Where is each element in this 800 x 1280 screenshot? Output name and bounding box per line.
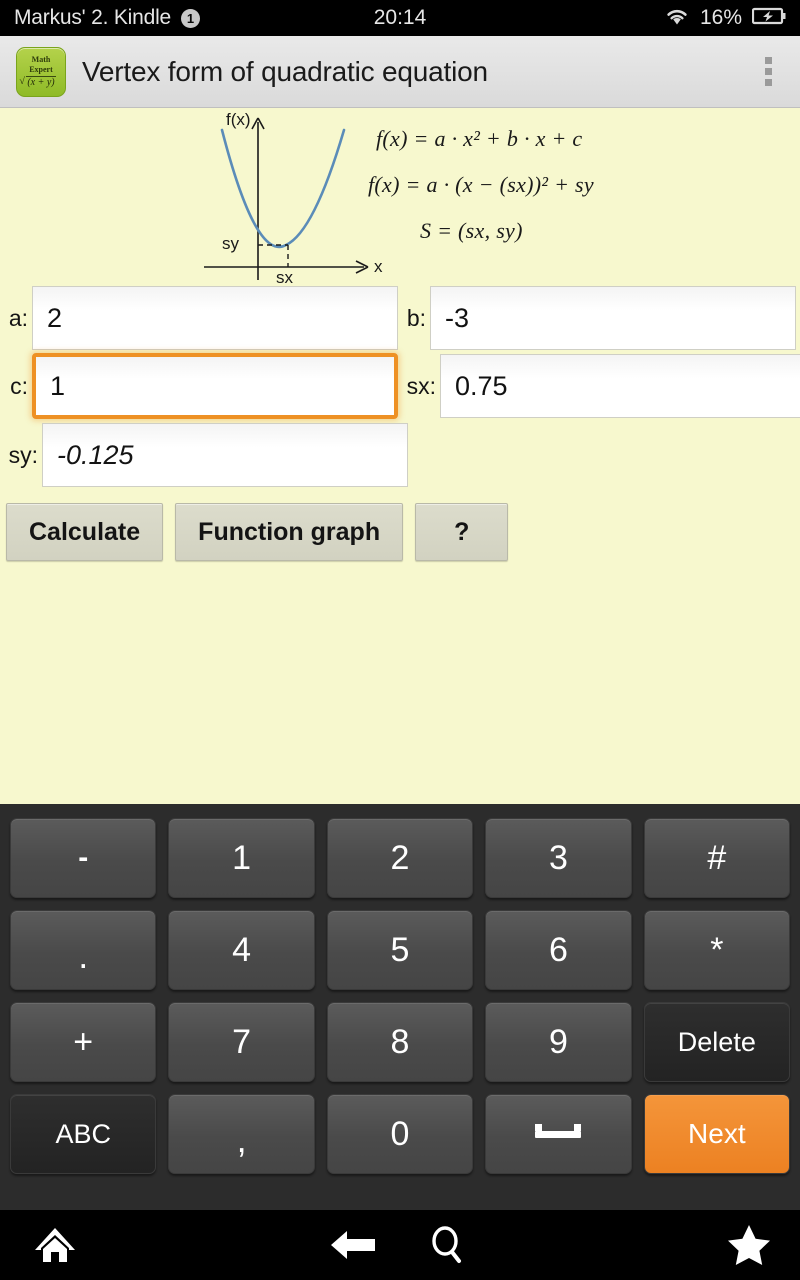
status-bar-right: 16% xyxy=(664,6,786,31)
keyboard-row: +7 8 9 Delete xyxy=(10,1002,791,1082)
key-next[interactable]: Next xyxy=(643,1094,791,1174)
axis-label-fx: f(x) xyxy=(226,110,251,129)
action-buttons: Calculate Function graph ? xyxy=(0,490,800,561)
status-bar: Markus' 2. Kindle 1 20:14 16% xyxy=(0,0,800,36)
back-arrow-icon[interactable] xyxy=(320,1210,386,1280)
keyboard-row: -1 2 3 # xyxy=(10,818,791,898)
field-b: b: -3 xyxy=(398,286,796,350)
field-label-sy: sy: xyxy=(8,441,38,468)
field-sy: sy: -0.125 xyxy=(0,423,408,487)
field-sx: sx: 0.75 xyxy=(398,354,800,418)
notification-badge: 1 xyxy=(181,8,201,28)
equation-list: f(x) = a · x² + b · x + c f(x) = a · (x … xyxy=(368,126,788,244)
field-label-b: b: xyxy=(406,304,426,331)
axis-label-x: x xyxy=(374,257,383,276)
page-title: Vertex form of quadratic equation xyxy=(82,55,488,87)
equation-general-form: f(x) = a · x² + b · x + c xyxy=(376,126,583,151)
key-0[interactable]: 0 xyxy=(326,1094,474,1174)
formula-area: f(x) x sy sx f(x) = a · x² + b · x + c f… xyxy=(0,108,800,289)
key-5[interactable]: 5 xyxy=(326,910,474,990)
equation-vertex-form: f(x) = a · (x − (sx))² + sy xyxy=(368,172,594,197)
field-row-sy: sy: -0.125 xyxy=(0,423,800,487)
help-button[interactable]: ? xyxy=(415,503,509,561)
field-input-c[interactable]: 1 xyxy=(32,353,398,419)
key-plus[interactable]: + xyxy=(10,1002,157,1082)
key-period[interactable]: . xyxy=(10,910,157,990)
app-icon-line1: Math xyxy=(31,55,51,65)
keyboard-row: ABC, 0 Next xyxy=(10,1094,791,1174)
battery-percent: 16% xyxy=(699,6,742,29)
wifi-icon xyxy=(664,6,690,31)
function-graph-button[interactable]: Function graph xyxy=(175,503,404,561)
field-a: a: 2 xyxy=(0,286,398,350)
key-comma[interactable]: , xyxy=(168,1094,315,1174)
numeric-keyboard: -1 2 3 #. 4 5 6 * +7 8 9 Delete ABC, 0 Next xyxy=(0,804,800,1210)
field-input-sy[interactable]: -0.125 xyxy=(42,423,408,487)
key-space[interactable] xyxy=(485,1094,632,1174)
key-delete[interactable]: Delete xyxy=(643,1002,791,1082)
field-label-sx: sx: xyxy=(406,372,436,399)
field-input-b[interactable]: -3 xyxy=(430,286,796,350)
app-screen: Markus' 2. Kindle 1 20:14 16% Math Exper… xyxy=(0,0,800,1280)
key-1[interactable]: 1 xyxy=(168,818,315,898)
app-toolbar: Math Expert (x + y) Vertex form of quadr… xyxy=(0,36,800,108)
field-c: c: 1 xyxy=(0,353,398,419)
status-bar-left: Markus' 2. Kindle 1 xyxy=(14,6,201,30)
keyboard-row: . 4 5 6 * xyxy=(10,910,791,990)
field-label-a: a: xyxy=(8,304,28,331)
key-abc[interactable]: ABC xyxy=(10,1094,157,1174)
app-icon-line2: Expert xyxy=(29,64,53,74)
field-label-c: c: xyxy=(10,372,28,399)
search-icon[interactable] xyxy=(414,1210,480,1280)
overflow-dot xyxy=(764,79,772,86)
field-input-a[interactable]: 2 xyxy=(32,286,398,350)
input-fields: a: 2 b: -3 c: 1 sx: 0.75 sy: -0.125 xyxy=(0,286,800,487)
key-2[interactable]: 2 xyxy=(326,818,474,898)
main-content: f(x) x sy sx f(x) = a · x² + b · x + c f… xyxy=(0,108,800,804)
overflow-menu-icon[interactable] xyxy=(748,44,788,100)
key-hash[interactable]: # xyxy=(643,818,791,898)
overflow-dot xyxy=(764,68,772,75)
star-icon[interactable] xyxy=(716,1210,782,1280)
key-4[interactable]: 4 xyxy=(168,910,315,990)
app-icon: Math Expert (x + y) xyxy=(16,46,66,97)
key-minus[interactable]: - xyxy=(10,818,157,898)
key-asterisk[interactable]: * xyxy=(643,910,791,990)
vertex-label-sx: sx xyxy=(276,268,293,287)
equation-vertex-point: S = (sx, sy) xyxy=(420,218,523,243)
system-navigation-bar xyxy=(0,1210,800,1280)
field-row-a-b: a: 2 b: -3 xyxy=(0,286,800,350)
app-icon-formula: (x + y) xyxy=(19,75,56,88)
overflow-dot xyxy=(764,57,772,64)
battery-charging-icon xyxy=(751,6,786,31)
key-9[interactable]: 9 xyxy=(485,1002,632,1082)
calculate-button[interactable]: Calculate xyxy=(6,503,164,561)
device-name: Markus' 2. Kindle xyxy=(14,6,172,29)
key-7[interactable]: 7 xyxy=(168,1002,315,1082)
key-3[interactable]: 3 xyxy=(485,818,632,898)
field-row-c-sx: c: 1 sx: 0.75 xyxy=(0,353,800,419)
key-6[interactable]: 6 xyxy=(485,910,632,990)
key-8[interactable]: 8 xyxy=(326,1002,474,1082)
parabola-diagram: f(x) x sy sx xyxy=(196,110,396,289)
field-input-sx[interactable]: 0.75 xyxy=(440,354,800,418)
home-icon[interactable] xyxy=(0,1210,110,1280)
vertex-label-sy: sy xyxy=(222,234,239,253)
spacebar-glyph xyxy=(535,1123,582,1138)
